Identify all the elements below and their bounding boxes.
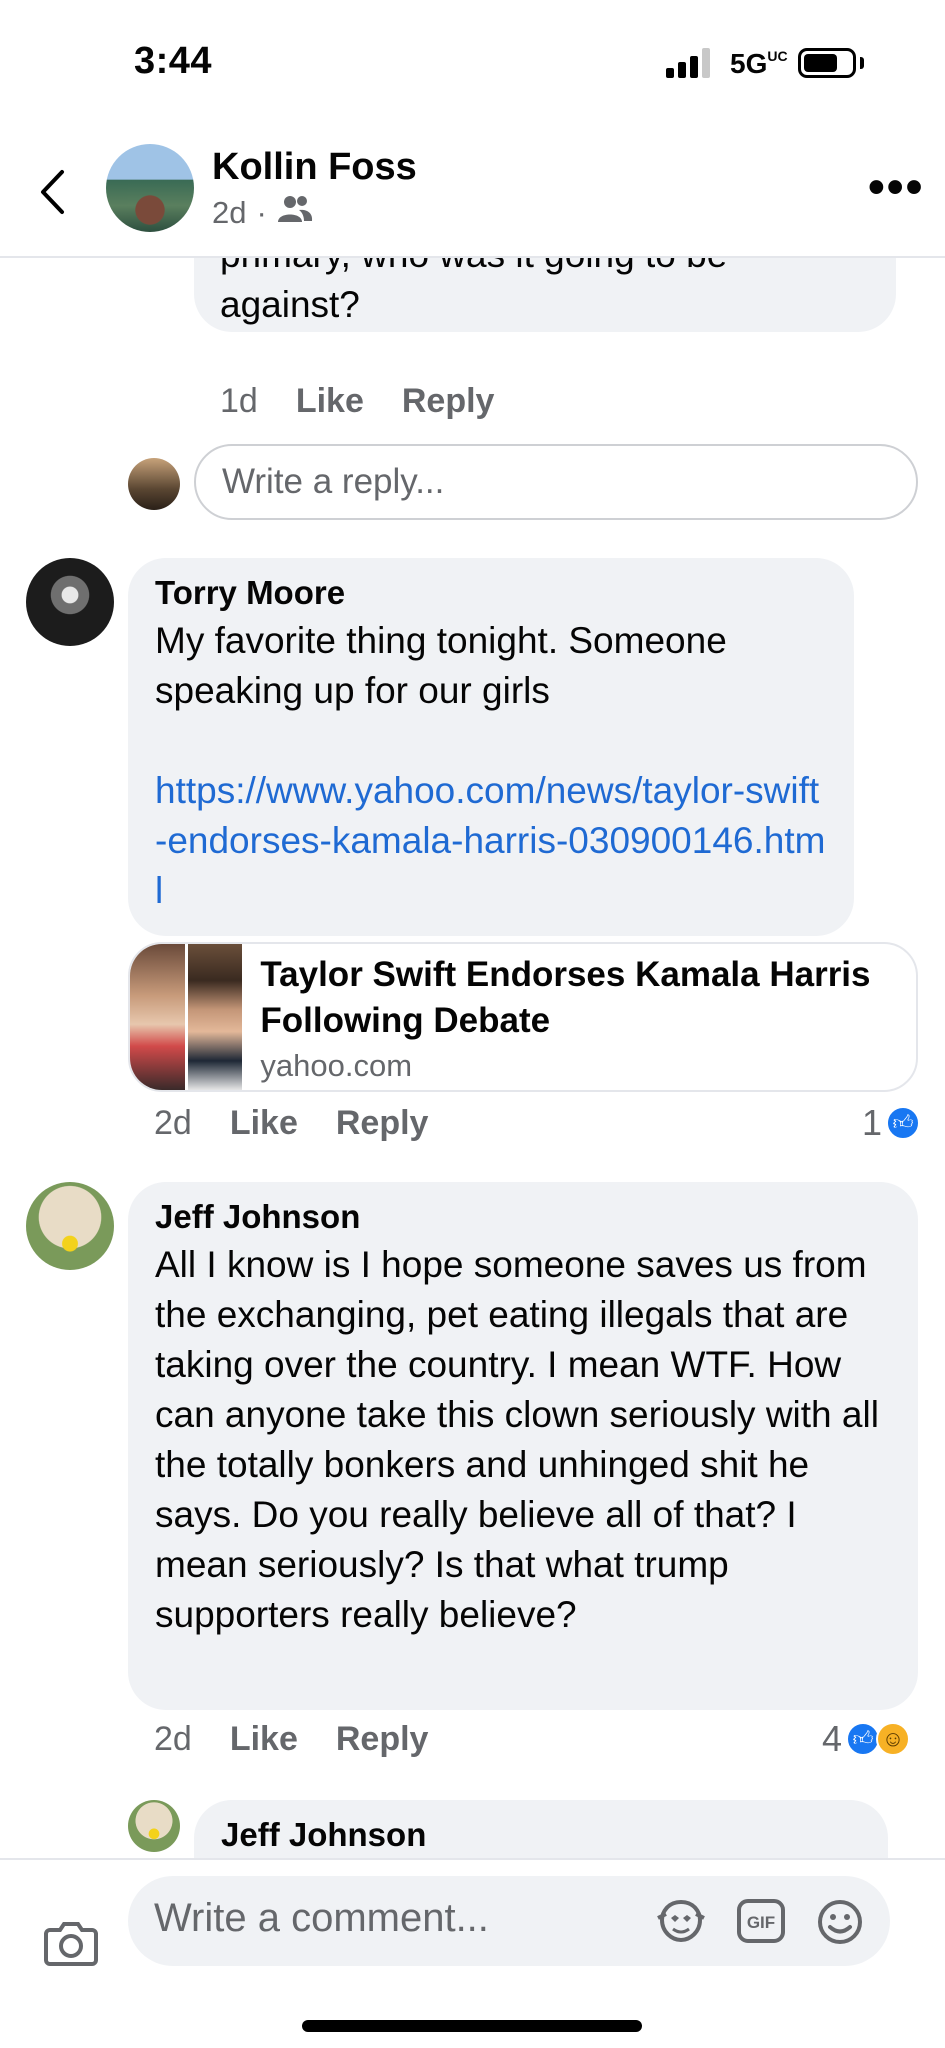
- comment-time: 2d: [154, 1720, 192, 1758]
- comment-actions: 2d Like Reply: [154, 1720, 428, 1759]
- like-button[interactable]: Like: [230, 1104, 298, 1143]
- comment-bubble[interactable]: Torry Moore My favorite thing tonight. S…: [128, 558, 854, 936]
- status-bar: 3:44 5GUC: [0, 0, 945, 130]
- author-name[interactable]: Kollin Foss: [212, 146, 417, 189]
- comment-time: 2d: [154, 1104, 192, 1142]
- post-time: 2d: [212, 195, 247, 230]
- preview-domain: yahoo.com: [260, 1048, 413, 1083]
- reply-input[interactable]: Write a reply...: [194, 444, 918, 520]
- comment-author[interactable]: Jeff Johnson: [221, 1816, 861, 1854]
- reaction-count: 4: [822, 1718, 843, 1759]
- more-options-button[interactable]: •••: [868, 164, 924, 212]
- reply-button[interactable]: Reply: [402, 382, 495, 421]
- comment-link[interactable]: https://www.yahoo.com/news/taylor-swift-…: [155, 766, 827, 916]
- like-button[interactable]: Like: [230, 1720, 298, 1759]
- chevron-left-icon[interactable]: [32, 164, 72, 220]
- comment-input[interactable]: Write a comment... GIF: [128, 1876, 890, 1966]
- comment-time: 1d: [220, 382, 258, 420]
- battery-tip: [860, 57, 864, 69]
- avatar-sticker-icon[interactable]: [656, 1898, 706, 1949]
- comment-composer: Write a comment... GIF: [0, 1858, 945, 2048]
- gif-icon[interactable]: GIF: [736, 1898, 786, 1949]
- comment-bubble[interactable]: Jeff Johnson All I know is I hope someon…: [128, 1182, 918, 1710]
- reply-button[interactable]: Reply: [336, 1104, 429, 1143]
- reaction-count: 1: [862, 1102, 883, 1143]
- status-time: 3:44: [134, 40, 213, 82]
- post-header: Kollin Foss 2d · •••: [0, 130, 945, 258]
- haha-reaction-icon: ☺: [876, 1722, 911, 1756]
- comment-text: My favorite thing tonight. Someone speak…: [155, 620, 727, 711]
- meta-separator: ·: [256, 195, 267, 230]
- comment-placeholder: Write a comment...: [154, 1896, 489, 1940]
- comment-text: primary, who was it going to be against?: [220, 258, 727, 325]
- preview-image: [187, 944, 243, 1090]
- battery-icon: [798, 48, 856, 78]
- comment-actions: 1d Like Reply: [220, 382, 494, 421]
- like-reaction-icon: 👍︎: [886, 1106, 921, 1140]
- reaction-summary[interactable]: 4 👍︎ ☺: [822, 1718, 911, 1760]
- preview-text: Taylor Swift Endorses Kamala Harris Foll…: [242, 944, 916, 1090]
- network-type: 5GUC: [730, 48, 788, 80]
- svg-text:GIF: GIF: [747, 1913, 775, 1932]
- home-indicator: [302, 2020, 642, 2032]
- reaction-summary[interactable]: 1 👍︎: [862, 1102, 921, 1144]
- commenter-avatar[interactable]: [26, 1182, 114, 1270]
- comment-bubble[interactable]: primary, who was it going to be against?: [194, 258, 896, 332]
- author-avatar[interactable]: [106, 144, 194, 232]
- network-sup: UC: [767, 48, 788, 64]
- preview-image: [130, 944, 185, 1090]
- comments-list: primary, who was it going to be against?…: [0, 258, 945, 1858]
- like-button[interactable]: Like: [296, 382, 364, 421]
- cellular-signal-icon: [666, 48, 710, 78]
- my-avatar: [128, 458, 180, 510]
- friends-icon: [277, 194, 313, 232]
- comment-text: All I know is I hope someone saves us fr…: [155, 1244, 879, 1635]
- comment-author[interactable]: Torry Moore: [155, 574, 827, 612]
- reply-button[interactable]: Reply: [336, 1720, 429, 1759]
- camera-icon[interactable]: [44, 1920, 98, 1971]
- link-preview-card[interactable]: Taylor Swift Endorses Kamala Harris Foll…: [128, 942, 918, 1092]
- emoji-icon[interactable]: [816, 1898, 864, 1951]
- comment-author[interactable]: Jeff Johnson: [155, 1198, 891, 1236]
- network-label: 5G: [730, 48, 768, 79]
- comment-actions: 2d Like Reply: [154, 1104, 428, 1143]
- like-reaction-icon: 👍︎: [846, 1722, 881, 1756]
- comment-bubble[interactable]: Jeff Johnson: [194, 1800, 888, 1858]
- post-meta: 2d ·: [212, 194, 313, 232]
- commenter-avatar[interactable]: [128, 1800, 180, 1852]
- commenter-avatar[interactable]: [26, 558, 114, 646]
- preview-title: Taylor Swift Endorses Kamala Harris Foll…: [260, 955, 871, 1040]
